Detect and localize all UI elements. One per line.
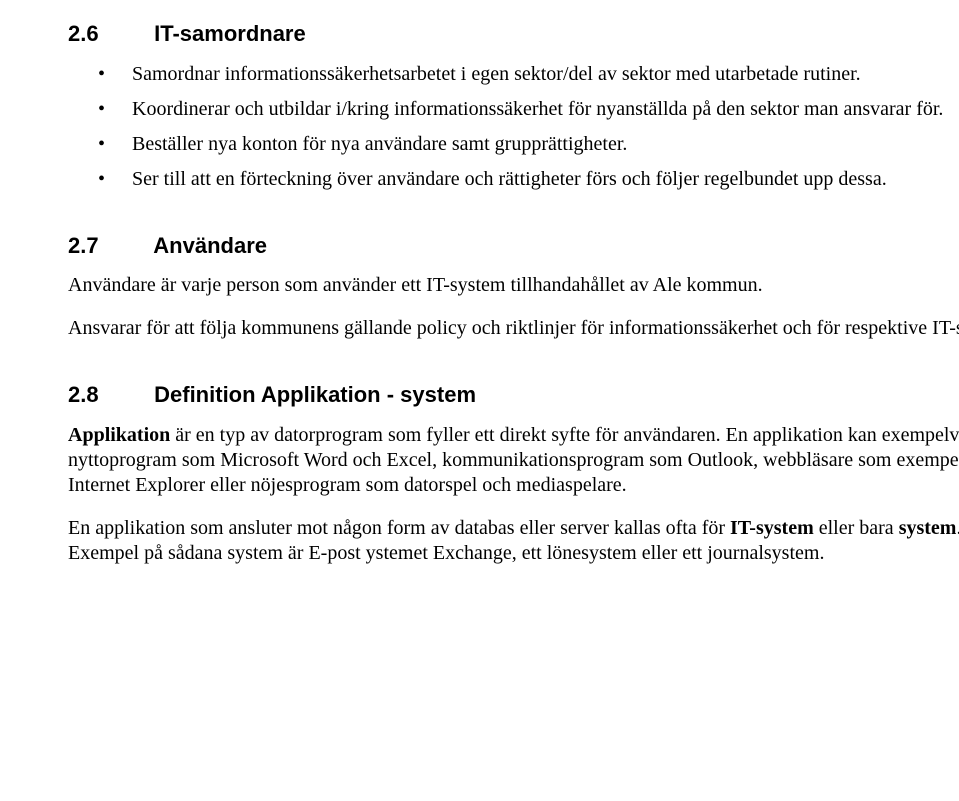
heading-number: 2.6: [68, 20, 148, 48]
list-item: Beställer nya konton för nya användare s…: [68, 132, 959, 157]
list-item: Samordnar informationssäkerhetsarbetet i…: [68, 62, 959, 87]
bold-text: Applikation: [68, 424, 170, 446]
heading-title: Användare: [153, 233, 267, 258]
bold-text: IT-system: [730, 517, 814, 539]
bullet-list-2-6: Samordnar informationssäkerhetsarbetet i…: [68, 62, 959, 192]
heading-title: IT-samordnare: [154, 21, 306, 46]
heading-2-6: 2.6 IT-samordnare: [68, 20, 959, 48]
section-2-8: 2.8 Definition Applikation - system Appl…: [68, 381, 959, 566]
heading-number: 2.8: [68, 381, 148, 409]
list-item-text: Beställer nya konton för nya användare s…: [132, 133, 627, 155]
paragraph: Användare är varje person som använder e…: [68, 273, 959, 298]
paragraph: Ansvarar för att följa kommunens gälland…: [68, 316, 959, 341]
section-2-7: 2.7 Användare Användare är varje person …: [68, 232, 959, 342]
list-item-text: Koordinerar och utbildar i/kring informa…: [132, 98, 943, 120]
bold-text: system: [899, 517, 957, 539]
heading-number: 2.7: [68, 232, 148, 260]
list-item-text: Ser till att en förteckning över använda…: [132, 168, 887, 190]
list-item-text: Samordnar informationssäkerhetsarbetet i…: [132, 63, 861, 85]
paragraph: En applikation som ansluter mot någon fo…: [68, 516, 959, 566]
heading-2-8: 2.8 Definition Applikation - system: [68, 381, 959, 409]
list-item: Ser till att en förteckning över använda…: [68, 167, 959, 192]
section-2-6: 2.6 IT-samordnare Samordnar informations…: [68, 20, 959, 192]
heading-title: Definition Applikation - system: [154, 382, 476, 407]
list-item: Koordinerar och utbildar i/kring informa…: [68, 97, 959, 122]
paragraph: Applikation är en typ av datorprogram so…: [68, 423, 959, 498]
heading-2-7: 2.7 Användare: [68, 232, 959, 260]
